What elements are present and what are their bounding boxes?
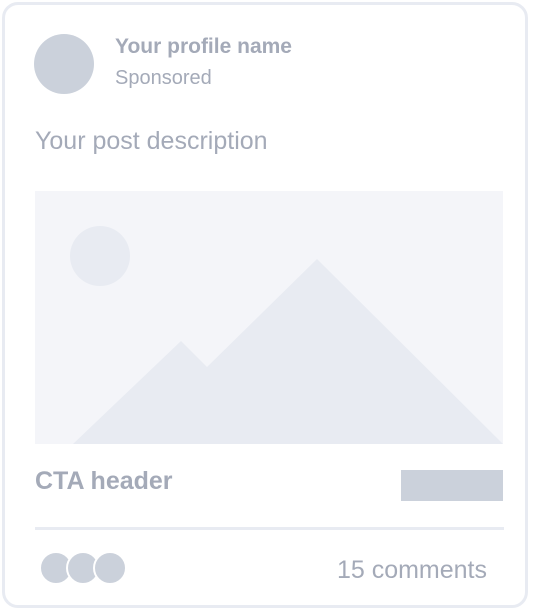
divider	[35, 527, 504, 530]
avatar[interactable]	[34, 34, 94, 94]
cta-header: CTA header	[35, 467, 173, 495]
profile-name[interactable]: Your profile name	[115, 35, 292, 59]
image-placeholder-icon	[70, 226, 503, 444]
sponsored-label: Sponsored	[115, 67, 212, 89]
reactions-group[interactable]	[39, 551, 131, 585]
post-image[interactable]	[35, 191, 503, 444]
reaction-icon	[93, 551, 127, 585]
ad-preview-card: Your profile name Sponsored Your post de…	[2, 2, 528, 608]
cta-button[interactable]	[401, 470, 503, 501]
comments-count[interactable]: 15 comments	[337, 556, 487, 585]
post-description: Your post description	[35, 127, 268, 155]
